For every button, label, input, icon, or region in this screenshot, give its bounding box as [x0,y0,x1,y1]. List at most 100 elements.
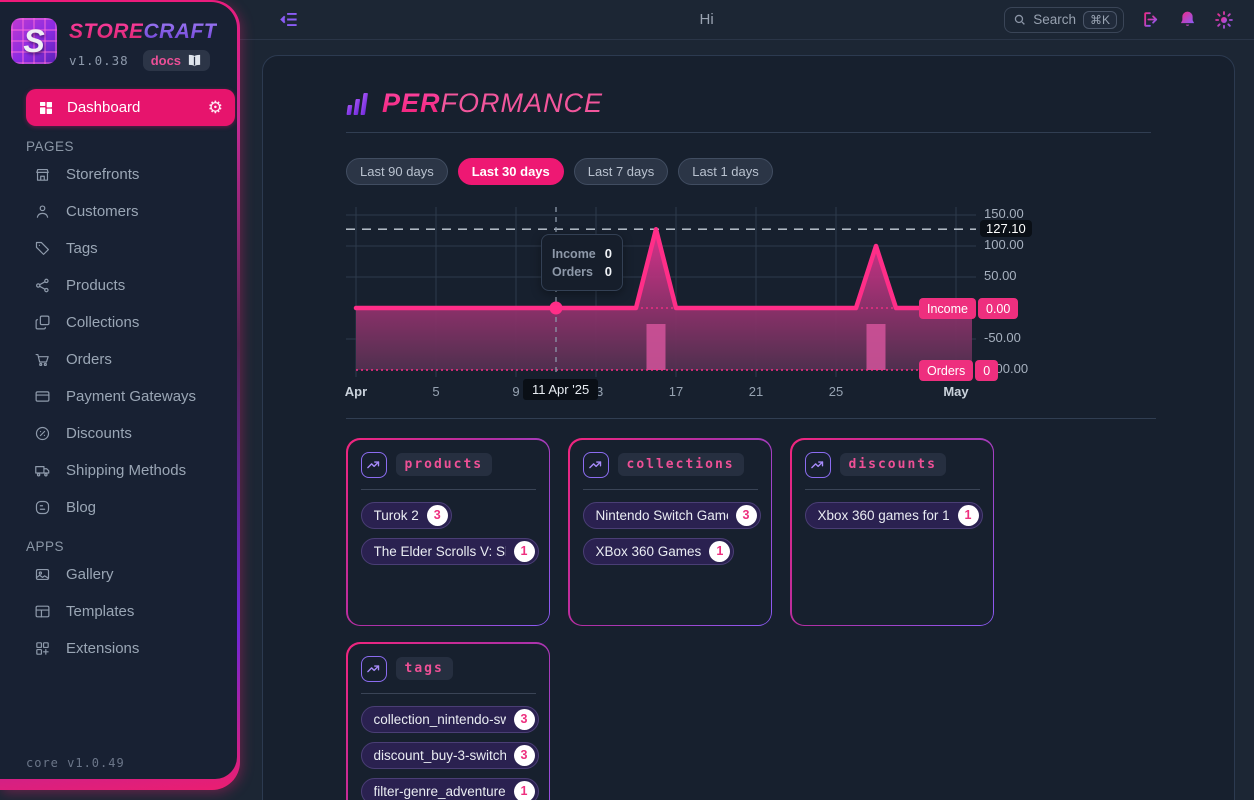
card-title: collections [618,453,744,476]
payment-icon [34,388,51,405]
brand-title: STORECRAFT [69,20,217,43]
gear-icon[interactable]: ⚙ [208,99,223,116]
stat-cards-row: products Turok 2 3 The Elder Scrolls V: … [346,438,1151,626]
filter-last-30-days[interactable]: Last 30 days [458,158,564,185]
sidebar-item-collections[interactable]: Collections [0,304,237,341]
x-tick-label: 21 [734,384,778,399]
sidebar-item-blog[interactable]: Blog [0,489,237,526]
products-icon [34,277,51,294]
tooltip-date-badge: 11 Apr '25 [523,379,598,400]
y-tick-label: -50.00 [984,330,1021,345]
bar-chart-icon [344,91,372,117]
trending-up-icon [805,452,831,478]
products-pill[interactable]: The Elder Scrolls V: Sk 1 [361,538,539,565]
notifications-bell-icon[interactable] [1178,10,1197,29]
core-version-footer: core v1.0.49 [26,756,125,770]
shipping-icon [34,462,51,479]
y-tick-label: 150.00 [984,206,1024,221]
gallery-icon [34,566,51,583]
storefront-icon [34,166,51,183]
discounts-icon [34,425,51,442]
performance-chart[interactable]: 150.00127.10100.0050.00-50.00-100.00Inco… [346,207,1158,407]
sidebar-item-orders[interactable]: Orders [0,341,237,378]
count-badge: 3 [736,505,757,526]
count-badge: 1 [514,541,535,562]
time-range-filters: Last 90 days Last 30 days Last 7 days Last … [346,158,1151,185]
templates-icon [34,603,51,620]
card-title: discounts [840,453,946,476]
tags-pill[interactable]: filter-genre_adventure 1 [361,778,539,800]
card-title: products [396,453,493,476]
search-shortcut: ⌘K [1083,11,1117,29]
trending-up-icon [361,452,387,478]
sidebar-item-dashboard[interactable]: Dashboard ⚙ [26,89,235,126]
count-badge: 1 [709,541,730,562]
sidebar-item-discounts[interactable]: Discounts [0,415,237,452]
filter-last-90-days[interactable]: Last 90 days [346,158,448,185]
chart-tooltip: Income0Orders0 [541,234,623,291]
x-tick-label: May [934,384,978,399]
sidebar-item-shipping-methods[interactable]: Shipping Methods [0,452,237,489]
search-icon [1013,13,1026,26]
card-divider [583,489,758,490]
blog-icon [34,499,51,516]
count-badge: 3 [514,745,535,766]
card-divider [361,489,536,490]
sidebar-item-products[interactable]: Products [0,267,237,304]
dashboard-grid-icon [38,100,54,116]
dashboard-panel: PERFORMANCE Last 90 daysLast 30 daysLast… [262,55,1235,800]
trending-up-icon [583,452,609,478]
logout-icon[interactable] [1142,10,1161,29]
filter-last-1-days[interactable]: Last 1 days [678,158,773,185]
filter-last-7-days[interactable]: Last 7 days [574,158,669,185]
dashboard-label: Dashboard [67,99,195,116]
extensions-icon [34,640,51,657]
sidebar-item-gallery[interactable]: Gallery [0,556,237,593]
income-axis-badge: Income0.00 [919,298,1018,319]
orders-icon [34,351,51,368]
card-divider [805,489,980,490]
storecraft-logo-icon: S [11,18,57,64]
tags-pill[interactable]: discount_buy-3-switch 3 [361,742,539,769]
page-title: PERFORMANCE [382,88,603,119]
customers-icon [34,203,51,220]
chart-divider [346,418,1156,419]
collections-pill[interactable]: XBox 360 Games 1 [583,538,735,565]
count-badge: 3 [427,505,448,526]
sidebar-item-extensions[interactable]: Extensions [0,630,237,667]
theme-sun-icon[interactable] [1214,10,1234,30]
book-icon [187,54,202,67]
stat-cards-row-2: tags collection_nintendo-sw 3 discount_b… [346,642,1151,800]
logo-block: S STORECRAFT v1.0.38 docs [0,2,237,71]
collapse-sidebar-icon[interactable] [280,10,299,29]
collections-icon [34,314,51,331]
core-version: v1.0.38 [69,53,129,68]
app-root: S STORECRAFT v1.0.38 docs Dashboard ⚙ [0,0,1254,800]
count-badge: 3 [514,709,535,730]
tags-pill[interactable]: collection_nintendo-sw 3 [361,706,539,733]
sidebar-item-templates[interactable]: Templates [0,593,237,630]
products-pill[interactable]: Turok 2 3 [361,502,452,529]
y-tick-label: 50.00 [984,268,1017,283]
collections-pill[interactable]: Nintendo Switch Game 3 [583,502,761,529]
x-tick-label: 5 [414,384,458,399]
sidebar-item-payment-gateways[interactable]: Payment Gateways [0,378,237,415]
count-badge: 1 [958,505,979,526]
search-input[interactable]: Search ⌘K [1004,7,1124,33]
discounts-pill[interactable]: Xbox 360 games for 10 1 [805,502,983,529]
orders-axis-badge: Orders0 [919,360,998,381]
sidebar: S STORECRAFT v1.0.38 docs Dashboard ⚙ [0,0,240,790]
tag-icon [34,240,51,257]
sidebar-section-label: APPS [26,539,237,554]
card-products: products Turok 2 3 The Elder Scrolls V: … [346,438,550,626]
sidebar-item-customers[interactable]: Customers [0,193,237,230]
card-divider [361,693,536,694]
card-title: tags [396,657,453,680]
count-badge: 1 [514,781,535,800]
docs-link[interactable]: docs [143,50,210,71]
sidebar-item-storefronts[interactable]: Storefronts [0,156,237,193]
sidebar-section-label: PAGES [26,139,237,154]
card-tags: tags collection_nintendo-sw 3 discount_b… [346,642,550,800]
sidebar-item-tags[interactable]: Tags [0,230,237,267]
card-collections: collections Nintendo Switch Game 3 XBox … [568,438,772,626]
